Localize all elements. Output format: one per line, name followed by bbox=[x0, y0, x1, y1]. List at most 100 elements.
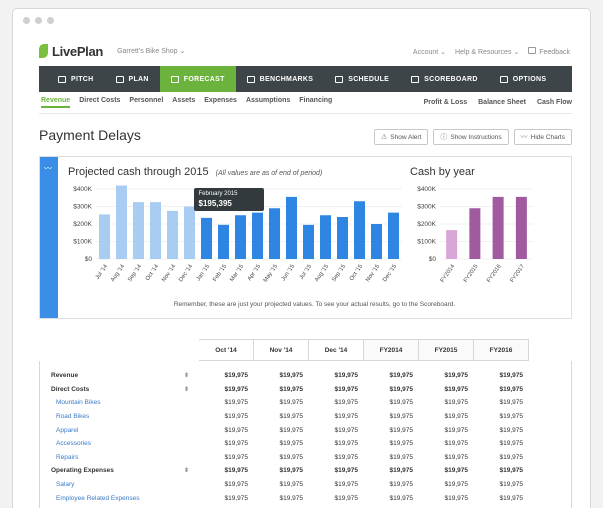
table-cell[interactable]: $19,975 bbox=[474, 440, 529, 447]
table-cell[interactable]: $19,975 bbox=[254, 427, 309, 434]
table-cell[interactable]: $19,975 bbox=[309, 467, 364, 474]
table-cell[interactable]: $19,975 bbox=[254, 481, 309, 488]
table-cell[interactable]: $19,975 bbox=[474, 454, 529, 461]
row-label[interactable]: Repairs bbox=[40, 454, 199, 461]
table-cell[interactable]: $19,975 bbox=[364, 467, 419, 474]
table-cell[interactable]: $19,975 bbox=[474, 481, 529, 488]
sort-chevron-icon[interactable]: ⬍ bbox=[184, 467, 189, 474]
sort-chevron-icon[interactable]: ⬍ bbox=[184, 386, 189, 393]
table-cell[interactable]: $19,975 bbox=[309, 495, 364, 502]
report-tab[interactable]: Profit & Loss bbox=[424, 99, 468, 106]
table-cell[interactable]: $19,975 bbox=[364, 399, 419, 406]
nav-item-benchmarks[interactable]: BENCHMARKS bbox=[236, 66, 325, 92]
table-cell[interactable]: $19,975 bbox=[199, 454, 254, 461]
row-label[interactable]: Employee Related Expenses bbox=[40, 495, 199, 502]
table-cell[interactable]: $19,975 bbox=[364, 495, 419, 502]
x-tick-label: Jul '14 bbox=[95, 263, 110, 281]
table-cell[interactable]: $19,975 bbox=[364, 454, 419, 461]
report-tab[interactable]: Balance Sheet bbox=[478, 99, 526, 106]
row-label-text: Employee Related Expenses bbox=[56, 494, 140, 502]
table-cell[interactable]: $19,975 bbox=[419, 495, 474, 502]
table-cell[interactable]: $19,975 bbox=[474, 372, 529, 379]
table-cell[interactable]: $19,975 bbox=[364, 427, 419, 434]
table-cell[interactable]: $19,975 bbox=[474, 386, 529, 393]
table-cell[interactable]: $19,975 bbox=[199, 467, 254, 474]
table-cell[interactable]: $19,975 bbox=[199, 440, 254, 447]
show-alert-button[interactable]: ⚠ Show Alert bbox=[374, 129, 429, 145]
table-cell[interactable]: $19,975 bbox=[419, 413, 474, 420]
table-cell[interactable]: $19,975 bbox=[199, 413, 254, 420]
table-cell[interactable]: $19,975 bbox=[419, 467, 474, 474]
nav-item-plan[interactable]: PLAN bbox=[105, 66, 160, 92]
table-cell[interactable]: $19,975 bbox=[254, 372, 309, 379]
subnav-tab[interactable]: Personnel bbox=[129, 97, 163, 108]
table-cell[interactable]: $19,975 bbox=[364, 481, 419, 488]
table-cell[interactable]: $19,975 bbox=[419, 399, 474, 406]
table-cell[interactable]: $19,975 bbox=[309, 386, 364, 393]
subnav-tab[interactable]: Revenue bbox=[41, 97, 71, 108]
table-cell[interactable]: $19,975 bbox=[199, 399, 254, 406]
nav-item-scoreboard[interactable]: SCOREBOARD bbox=[400, 66, 489, 92]
table-cell[interactable]: $19,975 bbox=[199, 481, 254, 488]
table-cell[interactable]: $19,975 bbox=[474, 399, 529, 406]
table-cell[interactable]: $19,975 bbox=[474, 495, 529, 502]
subnav-tab[interactable]: Expenses bbox=[204, 97, 237, 108]
row-label[interactable]: Apparel bbox=[40, 427, 199, 434]
subnav-tab[interactable]: Financing bbox=[299, 97, 332, 108]
help-menu[interactable]: Help & Resources ⌄ bbox=[455, 48, 519, 56]
table-cell[interactable]: $19,975 bbox=[419, 481, 474, 488]
table-cell[interactable]: $19,975 bbox=[419, 440, 474, 447]
table-cell[interactable]: $19,975 bbox=[474, 413, 529, 420]
nav-item-forecast[interactable]: FORECAST bbox=[159, 66, 236, 92]
window-dot[interactable] bbox=[35, 17, 42, 24]
show-instructions-button[interactable]: ⓘ Show Instructions bbox=[433, 129, 509, 145]
table-cell[interactable]: $19,975 bbox=[309, 413, 364, 420]
nav-item-pitch[interactable]: PITCH bbox=[47, 66, 105, 92]
table-cell[interactable]: $19,975 bbox=[364, 372, 419, 379]
subnav-tab[interactable]: Assumptions bbox=[246, 97, 290, 108]
table-cell[interactable]: $19,975 bbox=[419, 454, 474, 461]
table-cell[interactable]: $19,975 bbox=[254, 454, 309, 461]
report-tab[interactable]: Cash Flow bbox=[537, 99, 572, 106]
table-cell[interactable]: $19,975 bbox=[474, 427, 529, 434]
table-cell[interactable]: $19,975 bbox=[309, 427, 364, 434]
table-cell[interactable]: $19,975 bbox=[309, 372, 364, 379]
nav-item-options[interactable]: OPTIONS bbox=[489, 66, 558, 92]
account-menu[interactable]: Account ⌄ bbox=[413, 48, 446, 56]
table-cell[interactable]: $19,975 bbox=[364, 440, 419, 447]
table-cell[interactable]: $19,975 bbox=[199, 386, 254, 393]
subnav-tab[interactable]: Assets bbox=[172, 97, 195, 108]
row-label[interactable]: Mountain Bikes bbox=[40, 399, 199, 406]
nav-item-schedule[interactable]: SCHEDULE bbox=[324, 66, 400, 92]
feedback-link[interactable]: Feedback bbox=[528, 47, 570, 56]
table-cell[interactable]: $19,975 bbox=[419, 427, 474, 434]
company-selector[interactable]: Garrett's Bike Shop ⌄ bbox=[117, 47, 185, 55]
table-cell[interactable]: $19,975 bbox=[254, 495, 309, 502]
hide-charts-button[interactable]: 〰 Hide Charts bbox=[513, 129, 572, 145]
table-cell[interactable]: $19,975 bbox=[199, 495, 254, 502]
subnav-tab[interactable]: Direct Costs bbox=[79, 97, 120, 108]
table-cell[interactable]: $19,975 bbox=[199, 372, 254, 379]
table-cell[interactable]: $19,975 bbox=[309, 440, 364, 447]
table-cell[interactable]: $19,975 bbox=[364, 413, 419, 420]
table-cell[interactable]: $19,975 bbox=[419, 386, 474, 393]
table-cell[interactable]: $19,975 bbox=[364, 386, 419, 393]
table-cell[interactable]: $19,975 bbox=[419, 372, 474, 379]
table-cell[interactable]: $19,975 bbox=[474, 467, 529, 474]
table-cell[interactable]: $19,975 bbox=[254, 467, 309, 474]
table-cell[interactable]: $19,975 bbox=[199, 427, 254, 434]
table-cell[interactable]: $19,975 bbox=[254, 386, 309, 393]
row-label[interactable]: Accessories bbox=[40, 440, 199, 447]
table-cell[interactable]: $19,975 bbox=[309, 399, 364, 406]
row-label[interactable]: Road Bikes bbox=[40, 413, 199, 420]
table-cell[interactable]: $19,975 bbox=[309, 481, 364, 488]
sort-chevron-icon[interactable]: ⬍ bbox=[184, 372, 189, 379]
window-dot[interactable] bbox=[47, 17, 54, 24]
row-label[interactable]: Salary bbox=[40, 481, 199, 488]
liveplan-logo[interactable]: LivePlan bbox=[39, 44, 103, 59]
table-cell[interactable]: $19,975 bbox=[254, 413, 309, 420]
table-cell[interactable]: $19,975 bbox=[254, 399, 309, 406]
table-cell[interactable]: $19,975 bbox=[309, 454, 364, 461]
window-dot[interactable] bbox=[23, 17, 30, 24]
table-cell[interactable]: $19,975 bbox=[254, 440, 309, 447]
